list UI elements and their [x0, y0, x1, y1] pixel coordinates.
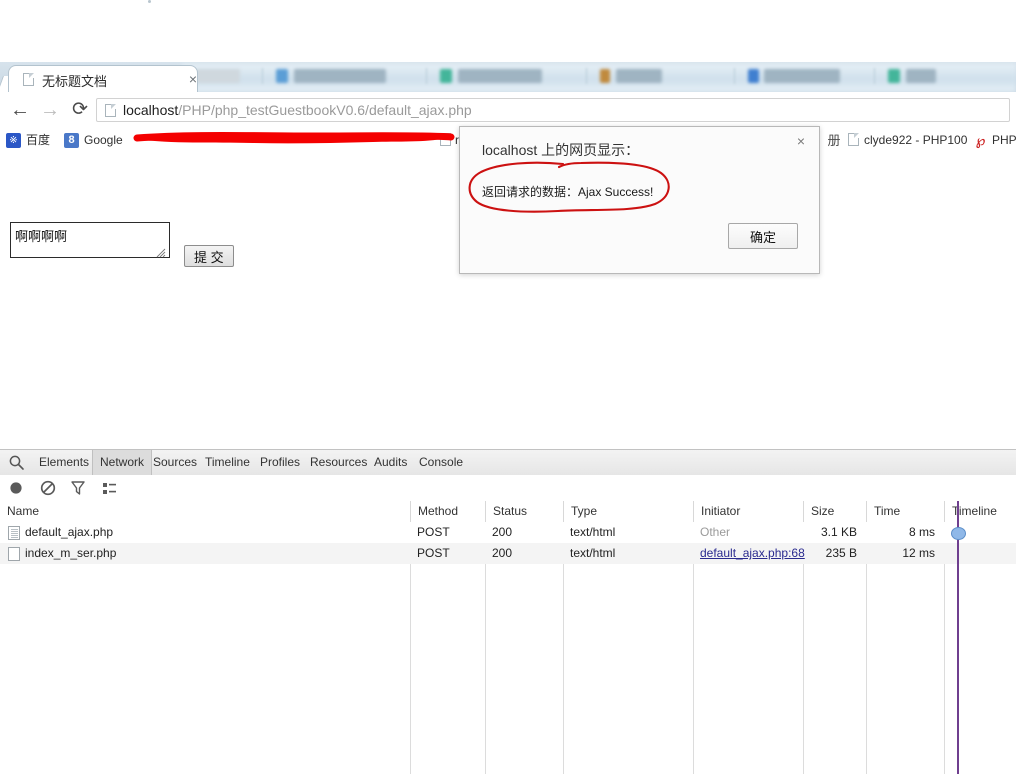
- devtools-tab-resources[interactable]: Resources: [303, 450, 374, 475]
- table-row[interactable]: default_ajax.php POST 200 text/html Othe…: [0, 522, 1016, 543]
- list-view-icon[interactable]: [99, 478, 119, 498]
- back-icon[interactable]: ←: [6, 96, 34, 124]
- no-entry-icon[interactable]: [38, 478, 58, 498]
- column-header-initiator[interactable]: Initiator: [693, 501, 803, 522]
- cell-name[interactable]: index_m_ser.php: [18, 543, 410, 564]
- google-icon: 8: [64, 133, 79, 148]
- navigation-toolbar: ← → ⟳ localhost/PHP/php_testGuestbookV0.…: [0, 92, 1016, 129]
- php-icon: ℘: [975, 132, 986, 148]
- desktop-artifact: [148, 0, 151, 3]
- cell-method: POST: [417, 525, 450, 539]
- page-icon: [848, 133, 859, 146]
- background-tab-ghost: [294, 69, 386, 83]
- cell-name[interactable]: default_ajax.php: [18, 522, 410, 543]
- funnel-icon[interactable]: [68, 478, 88, 498]
- cell-initiator: Other: [700, 525, 731, 539]
- baidu-icon: ※: [6, 133, 21, 148]
- background-tab-ghost: [196, 69, 240, 83]
- cell-status: 200: [492, 525, 513, 539]
- submit-button[interactable]: 提 交: [184, 245, 234, 267]
- ok-button[interactable]: 确定: [728, 223, 798, 249]
- document-icon: [23, 73, 34, 86]
- tab-strip: 无标题文档 ×: [0, 62, 1016, 92]
- devtools-tab-profiles[interactable]: Profiles: [253, 450, 307, 475]
- cell-type: text/html: [570, 546, 616, 560]
- cell-method: POST: [417, 546, 450, 560]
- column-header-type[interactable]: Type: [563, 501, 693, 522]
- bookmarks-menu-icon[interactable]: 册: [826, 132, 842, 149]
- search-icon[interactable]: [8, 454, 25, 471]
- url-path: /PHP/php_testGuestbookV0.6/default_ajax.…: [178, 102, 472, 118]
- network-requests-table: Name Method Status Type Initiator Size T…: [0, 501, 1016, 774]
- bookmark-clyde922-php100[interactable]: clyde922 - PHP100: [864, 132, 967, 149]
- network-toolbar: [0, 475, 1016, 502]
- bookmark-baidu[interactable]: 百度: [26, 132, 50, 149]
- column-header-name[interactable]: Name: [0, 501, 410, 522]
- forward-icon[interactable]: →: [36, 96, 64, 124]
- column-header-method[interactable]: Method: [410, 501, 485, 522]
- devtools-panel: Elements Network Sources Timeline Profil…: [0, 449, 1016, 774]
- devtools-tab-timeline[interactable]: Timeline: [198, 450, 257, 475]
- background-tab-ghost: [440, 69, 452, 83]
- background-tab-ghost: [888, 69, 900, 83]
- cell-size: 235 B: [825, 546, 857, 560]
- reload-icon[interactable]: ⟳: [66, 96, 94, 124]
- desktop-background: [0, 0, 1016, 62]
- page-info-icon[interactable]: [105, 104, 116, 117]
- bookmark-php[interactable]: PHP: [992, 132, 1016, 149]
- bookmark-google[interactable]: Google: [84, 132, 123, 149]
- devtools-tab-elements[interactable]: Elements: [32, 450, 96, 475]
- devtools-tab-sources[interactable]: Sources: [146, 450, 204, 475]
- column-header-status[interactable]: Status: [485, 501, 563, 522]
- javascript-alert-dialog: localhost 上的网页显示： × 返回请求的数据：Ajax Success…: [459, 126, 820, 274]
- redaction-scribble: [133, 132, 455, 144]
- address-bar[interactable]: localhost/PHP/php_testGuestbookV0.6/defa…: [96, 98, 1010, 122]
- background-tab-ghost: [276, 69, 288, 83]
- cell-status: 200: [492, 546, 513, 560]
- table-row[interactable]: index_m_ser.php POST 200 text/html defau…: [0, 543, 1016, 564]
- cell-size: 3.1 KB: [820, 525, 857, 539]
- devtools-tab-bar: Elements Network Sources Timeline Profil…: [0, 450, 1016, 476]
- background-tab-ghost: [600, 69, 610, 83]
- background-tab-ghost: [616, 69, 662, 83]
- close-icon[interactable]: ×: [792, 132, 810, 150]
- tab-separator: [734, 68, 735, 84]
- table-header-row: Name Method Status Type Initiator Size T…: [0, 501, 1016, 523]
- cell-time: 12 ms: [902, 546, 935, 560]
- url-host: localhost: [123, 102, 179, 118]
- cell-time: 8 ms: [908, 525, 935, 539]
- address-bar-url: localhost/PHP/php_testGuestbookV0.6/defa…: [123, 102, 472, 118]
- cell-type: text/html: [570, 525, 616, 539]
- message-textarea[interactable]: [10, 222, 170, 258]
- dialog-title: localhost 上的网页显示：: [482, 142, 640, 158]
- column-header-size[interactable]: Size: [803, 501, 866, 522]
- column-header-timeline[interactable]: Timeline: [944, 501, 1016, 522]
- browser-tab-active[interactable]: 无标题文档 ×: [8, 65, 198, 92]
- devtools-tab-audits[interactable]: Audits: [367, 450, 414, 475]
- column-header-time[interactable]: Time: [866, 501, 944, 522]
- devtools-tab-console[interactable]: Console: [412, 450, 470, 475]
- timeline-request-dot[interactable]: [951, 527, 966, 540]
- tab-separator: [262, 68, 263, 84]
- tab-separator: [874, 68, 875, 84]
- timeline-marker-line: [957, 501, 959, 774]
- record-circle-icon[interactable]: [6, 478, 26, 498]
- tab-close-icon[interactable]: ×: [185, 71, 201, 87]
- cell-initiator[interactable]: default_ajax.php:68: [693, 543, 805, 564]
- tab-separator: [586, 68, 587, 84]
- background-tab-ghost: [906, 69, 936, 83]
- tab-separator: [426, 68, 427, 84]
- background-tab-ghost: [458, 69, 542, 83]
- background-tab-ghost: [764, 69, 840, 83]
- devtools-tab-network[interactable]: Network: [92, 450, 153, 475]
- tab-title: 无标题文档: [42, 74, 108, 89]
- table-body: default_ajax.php POST 200 text/html Othe…: [0, 522, 1016, 774]
- dialog-message: 返回请求的数据：Ajax Success!: [482, 185, 654, 199]
- background-tab-ghost: [748, 69, 759, 83]
